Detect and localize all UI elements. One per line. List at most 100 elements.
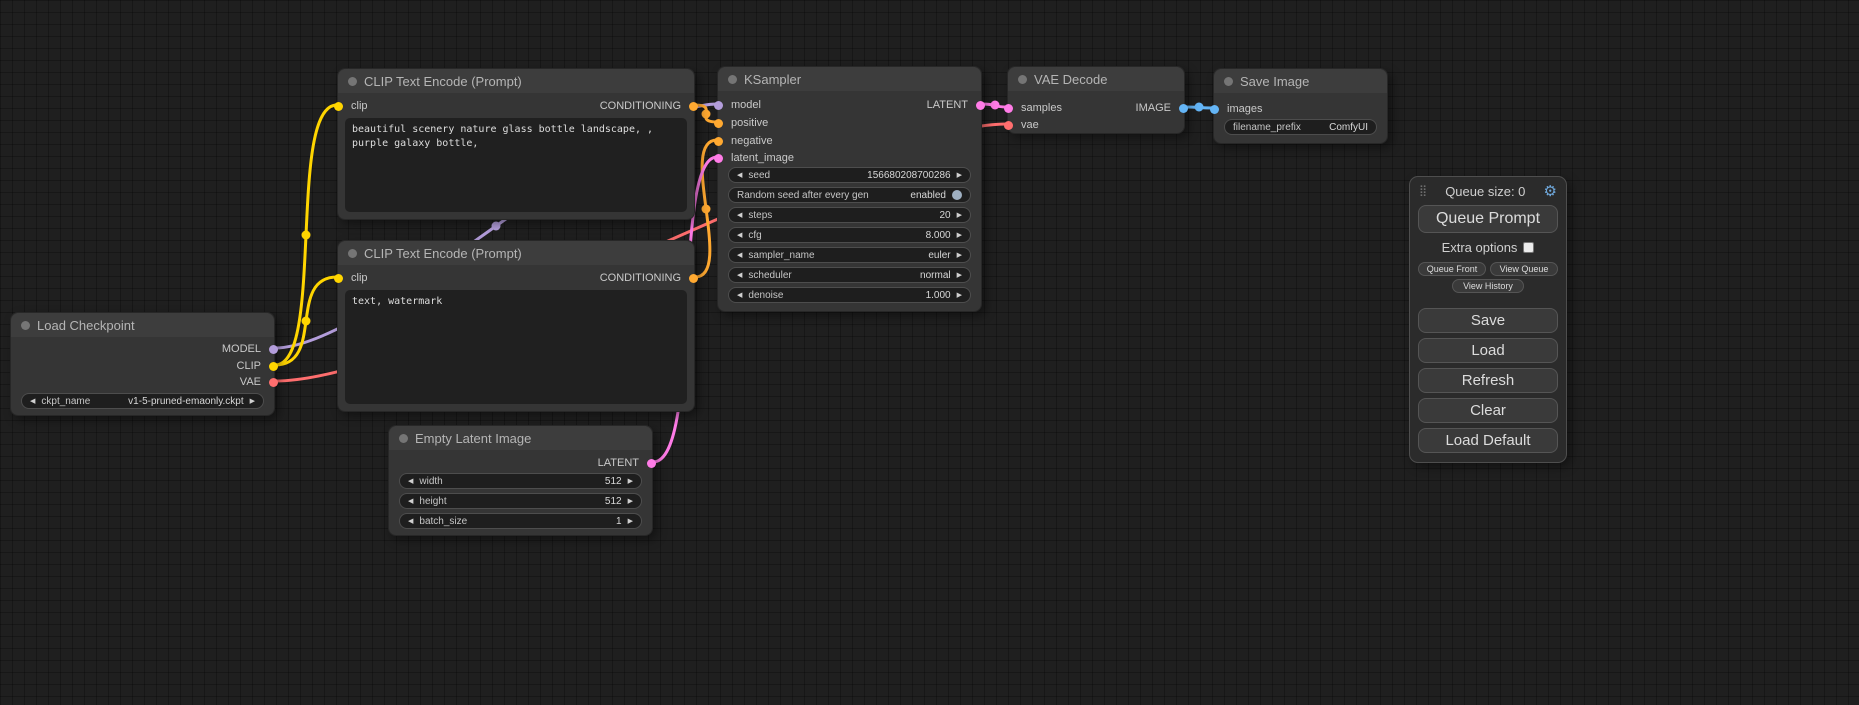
widget-ckpt-name[interactable]: ◀ ckpt_name v1-5-pruned-emaonly.ckpt ▶ (21, 393, 264, 409)
extra-options-checkbox[interactable] (1523, 242, 1534, 253)
queue-size-label: Queue size: 0 (1432, 184, 1538, 199)
slot-row-positive: positive (718, 115, 981, 131)
widget-value: 156680208700286 (867, 170, 950, 181)
load-button[interactable]: Load (1418, 338, 1558, 363)
input-dot-model[interactable] (714, 101, 723, 110)
decrement-arrow-icon[interactable]: ◀ (737, 252, 742, 259)
clear-button[interactable]: Clear (1418, 398, 1558, 423)
increment-arrow-icon[interactable]: ▶ (957, 212, 962, 219)
widget-value: normal (920, 270, 951, 281)
view-queue-button[interactable]: View Queue (1490, 262, 1558, 276)
collapse-dot-icon[interactable] (1018, 75, 1027, 84)
node-clip-negative-titlebar[interactable]: CLIP Text Encode (Prompt) (338, 241, 694, 265)
output-dot-latent[interactable] (647, 459, 656, 468)
widget-steps[interactable]: ◀ steps 20 ▶ (728, 207, 971, 223)
widget-value: 512 (605, 476, 622, 487)
increment-arrow-icon[interactable]: ▶ (957, 172, 962, 179)
node-empty-latent-titlebar[interactable]: Empty Latent Image (389, 426, 652, 450)
input-dot-negative[interactable] (714, 137, 723, 146)
node-clip-positive-titlebar[interactable]: CLIP Text Encode (Prompt) (338, 69, 694, 93)
increment-arrow-icon[interactable]: ▶ (957, 232, 962, 239)
node-vae-decode-titlebar[interactable]: VAE Decode (1008, 67, 1184, 91)
load-default-button[interactable]: Load Default (1418, 428, 1558, 453)
decrement-arrow-icon[interactable]: ◀ (30, 398, 35, 405)
node-save-image[interactable]: Save Image images filename_prefix ComfyU… (1213, 68, 1388, 144)
increment-arrow-icon[interactable]: ▶ (628, 478, 633, 485)
input-dot-latent-image[interactable] (714, 154, 723, 163)
collapse-dot-icon[interactable] (21, 321, 30, 330)
drag-handle-icon[interactable]: ⣿ (1419, 186, 1427, 197)
decrement-arrow-icon[interactable]: ◀ (737, 232, 742, 239)
decrement-arrow-icon[interactable]: ◀ (408, 498, 413, 505)
decrement-arrow-icon[interactable]: ◀ (737, 292, 742, 299)
widget-denoise[interactable]: ◀ denoise 1.000 ▶ (728, 287, 971, 303)
input-dot-clip[interactable] (334, 102, 343, 111)
increment-arrow-icon[interactable]: ▶ (250, 398, 255, 405)
node-clip-text-encode-positive[interactable]: CLIP Text Encode (Prompt) clip CONDITION… (337, 68, 695, 220)
input-dot-clip[interactable] (334, 274, 343, 283)
widget-label: seed (748, 170, 770, 181)
menu-spacer (1418, 293, 1558, 303)
increment-arrow-icon[interactable]: ▶ (628, 498, 633, 505)
queue-menu-header: ⣿ Queue size: 0 ⚙ (1418, 184, 1558, 205)
increment-arrow-icon[interactable]: ▶ (957, 252, 962, 259)
output-dot-image[interactable] (1179, 104, 1188, 113)
collapse-dot-icon[interactable] (348, 77, 357, 86)
node-load-checkpoint-titlebar[interactable]: Load Checkpoint (11, 313, 274, 337)
node-empty-latent-image[interactable]: Empty Latent Image LATENT ◀ width 512 ▶ … (388, 425, 653, 536)
widget-sampler-name[interactable]: ◀ sampler_name euler ▶ (728, 247, 971, 263)
increment-arrow-icon[interactable]: ▶ (628, 518, 633, 525)
widget-batch-size[interactable]: ◀ batch_size 1 ▶ (399, 513, 642, 529)
collapse-dot-icon[interactable] (399, 434, 408, 443)
refresh-button[interactable]: Refresh (1418, 368, 1558, 393)
collapse-dot-icon[interactable] (728, 75, 737, 84)
collapse-dot-icon[interactable] (348, 249, 357, 258)
input-dot-vae[interactable] (1004, 121, 1013, 130)
queue-prompt-button[interactable]: Queue Prompt (1418, 205, 1558, 233)
node-ksampler-titlebar[interactable]: KSampler (718, 67, 981, 91)
widget-width[interactable]: ◀ width 512 ▶ (399, 473, 642, 489)
output-dot-conditioning[interactable] (689, 102, 698, 111)
widget-height[interactable]: ◀ height 512 ▶ (399, 493, 642, 509)
output-dot-vae[interactable] (269, 378, 278, 387)
increment-arrow-icon[interactable]: ▶ (957, 272, 962, 279)
node-vae-decode[interactable]: VAE Decode samples IMAGE vae (1007, 66, 1185, 134)
decrement-arrow-icon[interactable]: ◀ (737, 172, 742, 179)
decrement-arrow-icon[interactable]: ◀ (408, 518, 413, 525)
toggle-icon[interactable] (952, 190, 962, 200)
queue-front-button[interactable]: Queue Front (1418, 262, 1486, 276)
input-dot-positive[interactable] (714, 119, 723, 128)
widget-random-seed[interactable]: Random seed after every gen enabled (728, 187, 971, 203)
node-graph-canvas[interactable]: Load Checkpoint MODEL CLIP VAE ◀ ckpt_na… (0, 0, 1859, 705)
decrement-arrow-icon[interactable]: ◀ (737, 212, 742, 219)
extra-options-label: Extra options (1442, 240, 1518, 255)
save-button[interactable]: Save (1418, 308, 1558, 333)
node-clip-text-encode-negative[interactable]: CLIP Text Encode (Prompt) clip CONDITION… (337, 240, 695, 412)
increment-arrow-icon[interactable]: ▶ (957, 292, 962, 299)
input-dot-images[interactable] (1210, 105, 1219, 114)
widget-cfg[interactable]: ◀ cfg 8.000 ▶ (728, 227, 971, 243)
decrement-arrow-icon[interactable]: ◀ (408, 478, 413, 485)
output-dot-model[interactable] (269, 345, 278, 354)
widget-seed[interactable]: ◀ seed 156680208700286 ▶ (728, 167, 971, 183)
input-label-clip: clip (351, 272, 368, 284)
widget-label: batch_size (419, 516, 467, 527)
settings-gear-icon[interactable]: ⚙ (1544, 184, 1557, 199)
input-dot-samples[interactable] (1004, 104, 1013, 113)
widget-filename-prefix[interactable]: filename_prefix ComfyUI (1224, 119, 1377, 135)
collapse-dot-icon[interactable] (1224, 77, 1233, 86)
prompt-text-input[interactable]: beautiful scenery nature glass bottle la… (345, 118, 687, 212)
decrement-arrow-icon[interactable]: ◀ (737, 272, 742, 279)
slot-row-images: images (1214, 101, 1387, 117)
output-dot-clip[interactable] (269, 362, 278, 371)
view-history-button[interactable]: View History (1452, 279, 1524, 293)
widget-value: 8.000 (926, 230, 951, 241)
widget-scheduler[interactable]: ◀ scheduler normal ▶ (728, 267, 971, 283)
prompt-text-input[interactable]: text, watermark (345, 290, 687, 404)
output-dot-latent[interactable] (976, 101, 985, 110)
node-save-image-titlebar[interactable]: Save Image (1214, 69, 1387, 93)
output-dot-conditioning[interactable] (689, 274, 698, 283)
node-load-checkpoint[interactable]: Load Checkpoint MODEL CLIP VAE ◀ ckpt_na… (10, 312, 275, 416)
extra-options-row: Extra options (1418, 233, 1558, 259)
node-ksampler[interactable]: KSampler model LATENT positive negative … (717, 66, 982, 312)
